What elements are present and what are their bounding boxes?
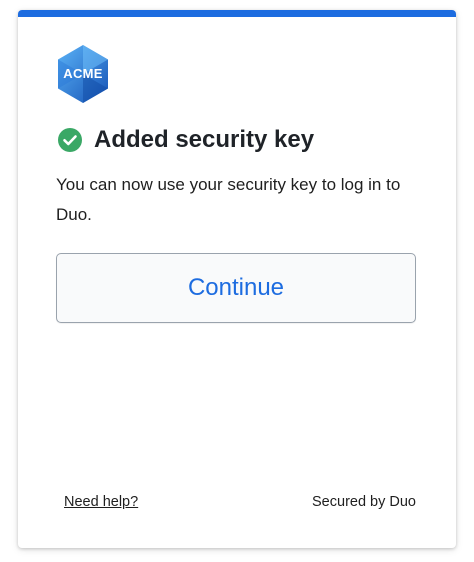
acme-logo: ACME [56, 44, 110, 104]
page-title: Added security key [94, 126, 315, 153]
continue-button[interactable]: Continue [56, 253, 416, 323]
check-circle-icon [58, 128, 82, 152]
secured-by-label: Secured by Duo [312, 494, 416, 510]
status-message: You can now use your security key to log… [56, 175, 401, 224]
status-heading: Added security key [58, 125, 314, 155]
footer: Need help? Secured by Duo [64, 494, 416, 510]
need-help-link[interactable]: Need help? [64, 494, 138, 510]
auth-card: ACME Added security key You can now use … [18, 10, 456, 548]
logo-text: ACME [63, 66, 103, 81]
accent-top-bar [18, 10, 456, 17]
